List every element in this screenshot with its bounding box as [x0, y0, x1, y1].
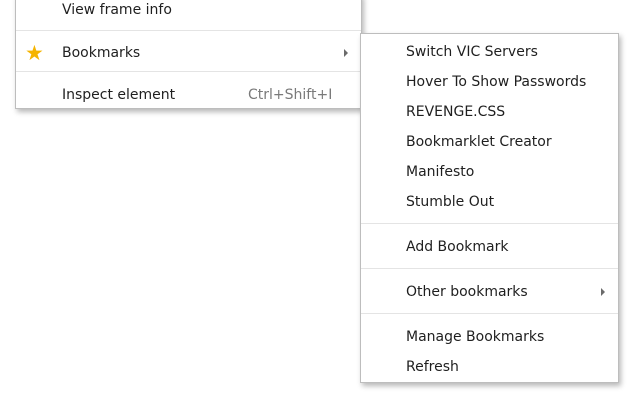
shortcut-label: Ctrl+Shift+I — [248, 87, 333, 103]
other-bookmarks-item[interactable]: Other bookmarks — [361, 279, 618, 305]
bookmark-item[interactable]: REVENGE.CSS — [361, 99, 618, 125]
bookmark-item-label: Manifesto — [406, 164, 475, 180]
bookmark-item[interactable]: Bookmarklet Creator — [361, 129, 618, 155]
menu-item-bookmarks[interactable]: ★ Bookmarks — [16, 40, 361, 66]
menu-item-inspect-element[interactable]: Inspect element Ctrl+Shift+I — [16, 82, 361, 108]
manage-bookmarks-item[interactable]: Manage Bookmarks — [361, 324, 618, 350]
bookmark-item[interactable]: Stumble Out — [361, 189, 618, 215]
bookmark-item[interactable]: Manifesto — [361, 159, 618, 185]
menu-separator — [16, 71, 361, 72]
context-menu: View frame info ★ Bookmarks Inspect elem… — [15, 0, 362, 109]
bookmark-item-label: Manage Bookmarks — [406, 329, 545, 345]
refresh-item[interactable]: Refresh — [361, 354, 618, 380]
menu-separator — [361, 268, 618, 269]
bookmark-item-label: Hover To Show Passwords — [406, 74, 587, 90]
menu-separator — [361, 223, 618, 224]
bookmarks-submenu: Switch VIC Servers Hover To Show Passwor… — [360, 33, 619, 383]
bookmark-item-label: Stumble Out — [406, 194, 495, 210]
menu-separator — [16, 30, 361, 31]
bookmark-item[interactable]: Switch VIC Servers — [361, 39, 618, 65]
menu-item-label: View frame info — [62, 2, 172, 18]
bookmark-item-label: Refresh — [406, 359, 459, 375]
menu-separator — [361, 313, 618, 314]
menu-item-label: Inspect element — [62, 87, 176, 103]
star-icon: ★ — [25, 41, 44, 65]
bookmark-item-label: Switch VIC Servers — [406, 44, 538, 60]
menu-item-label: Bookmarks — [62, 45, 141, 61]
bookmark-item-label: REVENGE.CSS — [406, 104, 506, 120]
menu-item-view-frame-info[interactable]: View frame info — [16, 0, 361, 23]
chevron-right-icon — [344, 49, 348, 57]
bookmark-item[interactable]: Hover To Show Passwords — [361, 69, 618, 95]
bookmark-item-label: Bookmarklet Creator — [406, 134, 552, 150]
add-bookmark-item[interactable]: Add Bookmark — [361, 234, 618, 260]
bookmark-item-label: Add Bookmark — [406, 239, 509, 255]
chevron-right-icon — [601, 288, 605, 296]
bookmark-item-label: Other bookmarks — [406, 284, 528, 300]
